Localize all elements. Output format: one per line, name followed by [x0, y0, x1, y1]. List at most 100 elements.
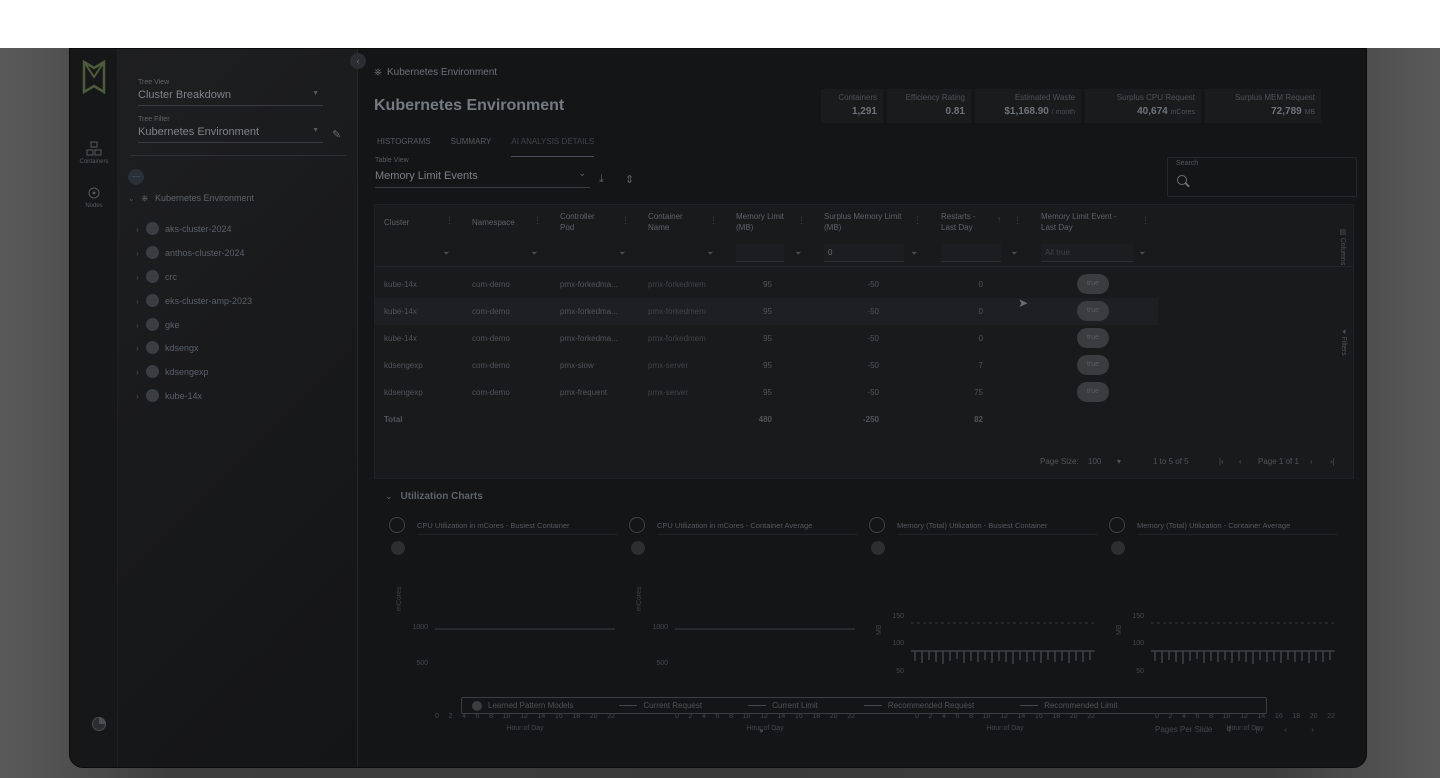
- legend-item[interactable]: Current Limit: [748, 701, 818, 710]
- side-tab-filters[interactable]: ⏷ Filters: [1339, 329, 1347, 356]
- column-header[interactable]: Container Name: [648, 211, 698, 233]
- sort-asc-icon[interactable]: ↑: [997, 215, 1001, 224]
- chevron-right-icon[interactable]: ›: [136, 366, 146, 380]
- column-header[interactable]: Surplus Memory Limit (MB): [824, 211, 904, 233]
- column-menu-icon[interactable]: ⋮: [1013, 215, 1022, 226]
- chevron-right-icon[interactable]: ›: [136, 271, 146, 285]
- chevron-right-icon[interactable]: ›: [136, 223, 146, 237]
- rail-nodes[interactable]: Nodes: [70, 185, 118, 209]
- first-page-icon[interactable]: |‹: [1219, 457, 1224, 466]
- table-row[interactable]: kdsengexp com-demo pmx-frequent pmx-serv…: [375, 379, 1158, 406]
- app-logo-icon[interactable]: [81, 59, 107, 95]
- chart-toggle-icon[interactable]: [1111, 541, 1125, 555]
- chart-settings-icon[interactable]: [869, 517, 885, 533]
- filter-icon[interactable]: ⏷: [1139, 249, 1145, 259]
- chart-toggle-icon[interactable]: [391, 541, 405, 555]
- table-row[interactable]: kube-14x com-demo pmx-forkedma... pmx-fo…: [375, 296, 1158, 325]
- chart-settings-icon[interactable]: [629, 517, 645, 533]
- expand-icon[interactable]: ⇕: [625, 173, 634, 186]
- tab-histograms[interactable]: HISTOGRAMS: [377, 137, 431, 157]
- legend-item[interactable]: Current Request: [619, 701, 702, 710]
- tree-options-button[interactable]: ⋯: [128, 169, 144, 185]
- filter-icon[interactable]: ⏷: [1011, 249, 1017, 259]
- filter-icon[interactable]: ⏷: [619, 249, 625, 259]
- chart-toggle-icon[interactable]: [871, 541, 885, 555]
- tree-item-cluster[interactable]: › gke: [136, 318, 180, 332]
- tree-item-cluster[interactable]: › kdsengx: [136, 341, 199, 355]
- chevron-right-icon[interactable]: ›: [136, 247, 146, 261]
- column-menu-icon[interactable]: ⋮: [533, 215, 542, 226]
- chevron-right-icon[interactable]: ›: [136, 390, 146, 404]
- chevron-down-icon[interactable]: ▾: [1117, 457, 1121, 466]
- chevron-right-icon[interactable]: ›: [136, 342, 146, 356]
- utilization-section-toggle[interactable]: ⌄ Utilization Charts: [385, 491, 483, 502]
- tree-filter-select[interactable]: Tree Filter Kubernetes Environment ▼: [138, 116, 323, 143]
- tab-ai-analysis[interactable]: AI ANALYSIS DETAILS: [511, 137, 595, 157]
- page-size-select[interactable]: 100: [1088, 457, 1101, 466]
- legend-item[interactable]: Recommended Limit: [1020, 701, 1118, 710]
- first-slide-icon[interactable]: |‹: [1255, 725, 1260, 734]
- next-slide-icon[interactable]: ›: [1311, 725, 1314, 734]
- slide-dots[interactable]: ● ○: [759, 726, 783, 735]
- event-pill[interactable]: true: [1077, 274, 1109, 294]
- tree-item-cluster[interactable]: › kube-14x: [136, 389, 202, 403]
- table-row[interactable]: kdsengexp com-demo pmx-slow pmx-server 9…: [375, 352, 1158, 379]
- column-menu-icon[interactable]: ⋮: [913, 215, 922, 226]
- legend-item[interactable]: Learned Pattern Models: [472, 700, 573, 711]
- chart-settings-icon[interactable]: [1109, 517, 1125, 533]
- restarts-filter-input[interactable]: [941, 244, 1001, 262]
- side-tab-columns[interactable]: ▥ Columns: [1339, 229, 1347, 265]
- chevron-right-icon[interactable]: ›: [136, 319, 146, 333]
- prev-page-icon[interactable]: ‹: [1239, 457, 1242, 466]
- column-header[interactable]: Memory Limit (MB): [736, 211, 786, 233]
- pages-per-slide-value[interactable]: 4: [1227, 725, 1231, 734]
- rail-containers[interactable]: Containers: [70, 141, 118, 165]
- column-menu-icon[interactable]: ⋮: [1141, 215, 1150, 226]
- column-header[interactable]: Cluster: [384, 217, 444, 228]
- event-pill[interactable]: true: [1077, 355, 1109, 375]
- chart-settings-icon[interactable]: [389, 517, 405, 533]
- surplus-filter-input[interactable]: 0: [824, 244, 904, 262]
- tree-item-cluster[interactable]: › crc: [136, 270, 177, 284]
- column-menu-icon[interactable]: ⋮: [445, 215, 454, 226]
- event-pill[interactable]: true: [1077, 328, 1109, 348]
- column-header[interactable]: Namespace: [472, 217, 532, 228]
- table-row[interactable]: kube-14x com-demo pmx-forkedma... pmx-fo…: [375, 325, 1158, 352]
- filter-icon[interactable]: ⏷: [443, 249, 449, 259]
- last-page-icon[interactable]: ›|: [1330, 457, 1335, 466]
- download-icon[interactable]: ⤓: [599, 173, 604, 186]
- tree-view-select[interactable]: Tree View Cluster Breakdown ▼: [138, 79, 323, 106]
- chart-toggle-icon[interactable]: [631, 541, 645, 555]
- filter-icon[interactable]: ⏷: [707, 249, 713, 259]
- tab-summary[interactable]: SUMMARY: [451, 137, 492, 157]
- edit-pencil-icon[interactable]: ✎: [332, 128, 341, 141]
- column-header[interactable]: Restarts - Last Day: [941, 211, 987, 233]
- tree-item-cluster[interactable]: › kdsengexp: [136, 365, 209, 379]
- prev-slide-icon[interactable]: ‹: [1284, 725, 1287, 734]
- tree-item-cluster[interactable]: › eks-cluster-amp-2023: [136, 294, 252, 308]
- chevron-down-icon[interactable]: ⌄: [128, 194, 135, 203]
- memory-limit-filter-input[interactable]: [736, 244, 784, 262]
- chevron-right-icon[interactable]: ›: [136, 295, 146, 309]
- event-pill[interactable]: true: [1077, 382, 1109, 402]
- column-menu-icon[interactable]: ⋮: [797, 215, 806, 226]
- tree-item-cluster[interactable]: › anthos-cluster-2024: [136, 246, 245, 260]
- table-view-select[interactable]: Table View Memory Limit Events ⌄: [375, 157, 590, 188]
- column-menu-icon[interactable]: ⋮: [709, 215, 718, 226]
- column-header[interactable]: Controller Pod: [560, 211, 610, 233]
- tree-root[interactable]: ⌄ ⎈ Kubernetes Environment: [128, 193, 254, 204]
- search-input[interactable]: Search: [1167, 157, 1357, 197]
- filter-icon[interactable]: ⏷: [795, 249, 801, 259]
- event-filter-input[interactable]: All true: [1041, 244, 1133, 262]
- filter-icon[interactable]: ⏷: [911, 249, 917, 259]
- pie-chart-icon[interactable]: [92, 717, 106, 731]
- column-menu-icon[interactable]: ⋮: [621, 215, 630, 226]
- legend-item[interactable]: Recommended Request: [863, 701, 974, 710]
- table-row[interactable]: kube-14x com-demo pmx-forkedma... pmx-fo…: [375, 271, 1158, 298]
- event-pill[interactable]: true: [1077, 301, 1109, 321]
- collapse-panel-button[interactable]: ‹: [350, 53, 366, 69]
- next-page-icon[interactable]: ›: [1310, 457, 1313, 466]
- tree-item-cluster[interactable]: › aks-cluster-2024: [136, 222, 232, 236]
- filter-icon[interactable]: ⏷: [531, 249, 537, 259]
- column-header[interactable]: Memory Limit Event - Last Day: [1041, 211, 1133, 233]
